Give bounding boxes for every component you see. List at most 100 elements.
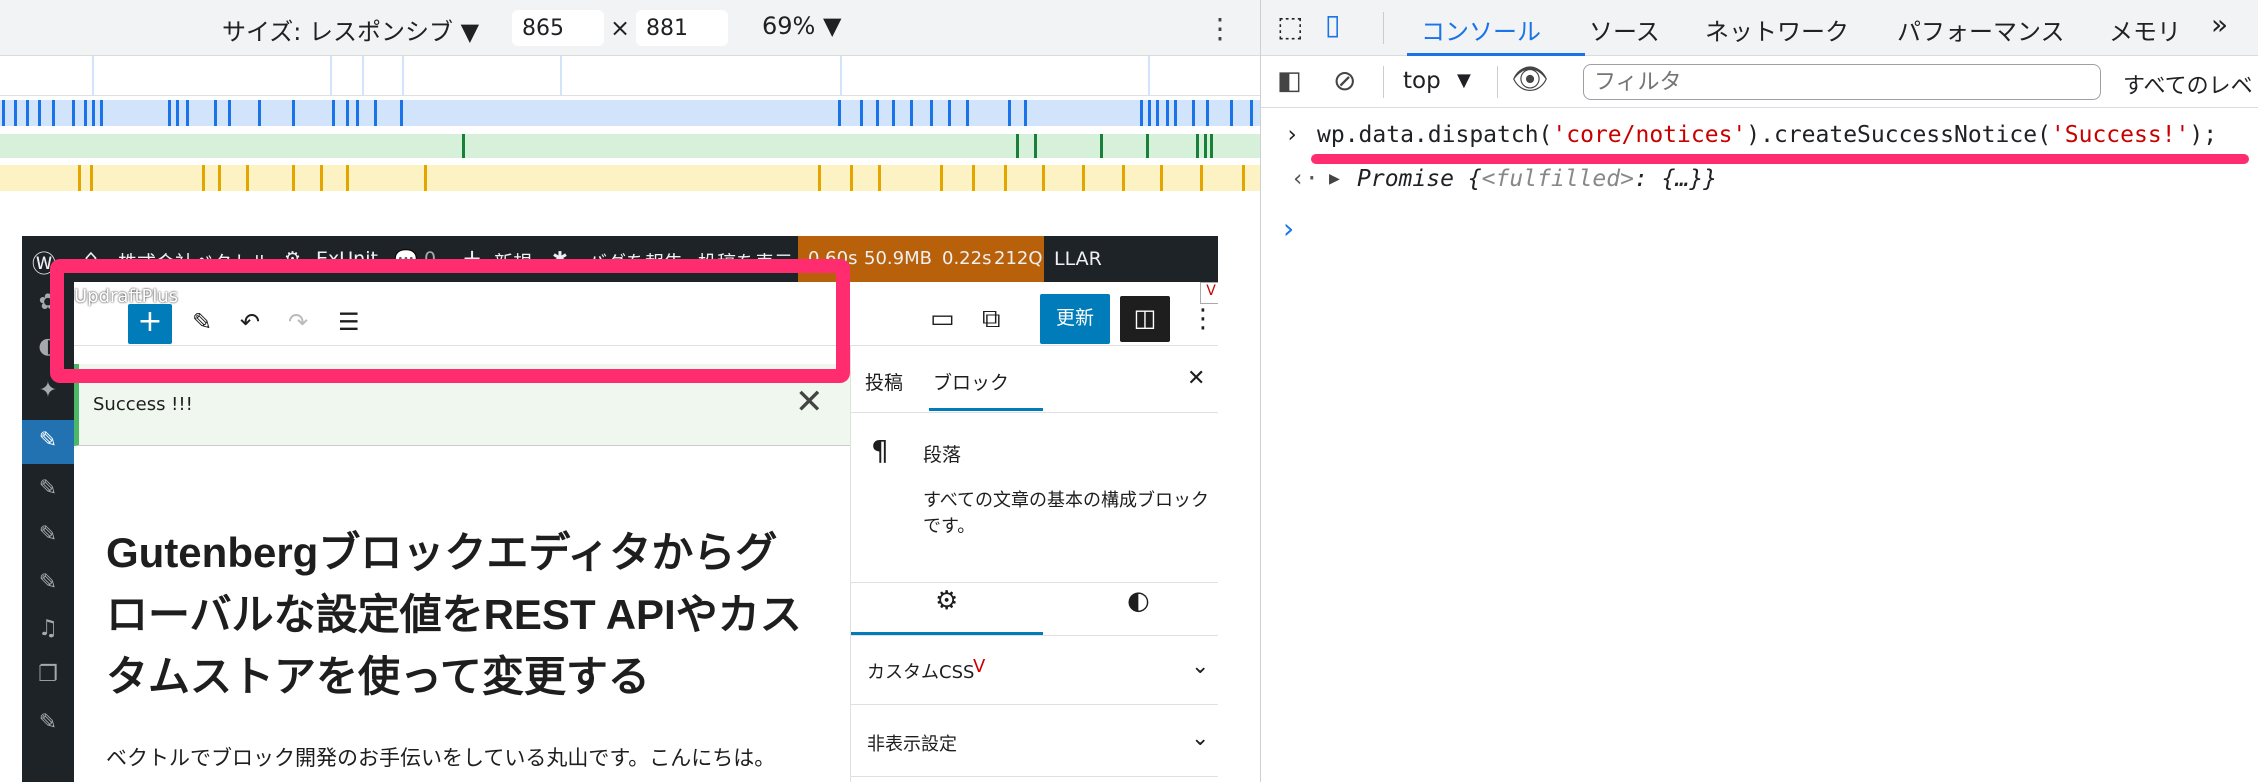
command-string: 'Success!': [2050, 122, 2190, 148]
inspect-element-icon[interactable]: ⬚: [1277, 10, 1303, 43]
device-width-input[interactable]: 865: [512, 10, 604, 46]
media-query-tick: [228, 100, 231, 126]
media-query-tick: [168, 100, 171, 126]
tab-memory[interactable]: メモリ: [2109, 12, 2181, 47]
media-query-tick: [84, 100, 87, 126]
tab-network[interactable]: ネットワーク: [1705, 12, 1849, 47]
media-query-tick: [1004, 165, 1007, 191]
media-icon[interactable]: ♫: [22, 608, 74, 652]
context-selector[interactable]: top: [1403, 68, 1441, 94]
prompt-chevron-icon: ›: [1285, 122, 1299, 148]
close-notice-icon[interactable]: ✕: [795, 382, 824, 422]
notice-text: Success !!!: [93, 394, 193, 415]
media-query-tick: [818, 165, 821, 191]
media-query-tick: [1024, 100, 1027, 126]
media-query-bar-max-width[interactable]: [0, 100, 1260, 126]
more-tabs-icon[interactable]: »: [2211, 8, 2228, 41]
media-query-tick: [878, 165, 881, 191]
tab-block[interactable]: ブロック: [933, 368, 1009, 395]
device-toolbar: サイズ: レスポンシブ ▼ 865 × 881 69% ▼ ⋮: [0, 0, 1260, 56]
update-button[interactable]: 更新: [1040, 294, 1110, 344]
device-height-input[interactable]: 881: [636, 10, 728, 46]
media-query-tick: [1192, 100, 1195, 126]
panel-hide-settings[interactable]: 非表示設定: [867, 730, 957, 756]
media-query-tick: [320, 165, 323, 191]
pin-icon[interactable]: ✎: [22, 562, 74, 606]
device-toolbar-icon[interactable]: ▯: [1325, 8, 1340, 41]
perf-memory: 50.9MB: [864, 248, 932, 269]
vk-badge-icon: V: [973, 656, 986, 677]
log-levels-dropdown[interactable]: すべてのレベ: [2123, 68, 2253, 100]
post-title[interactable]: Gutenbergブロックエディタからグローバルな設定値をREST APIやカス…: [106, 522, 806, 708]
console-prompt-icon[interactable]: ›: [1283, 212, 1294, 245]
tab-performance[interactable]: パフォーマンス: [1897, 12, 2065, 47]
settings-sidebar-toggle-icon[interactable]: ◫: [1120, 296, 1170, 342]
eye-icon[interactable]: 👁: [1511, 62, 1549, 97]
media-query-tick: [948, 100, 951, 126]
media-query-tick: [72, 100, 75, 126]
media-query-tick: [346, 100, 349, 126]
tab-post[interactable]: 投稿: [865, 368, 903, 395]
block-description: すべての文章の基本の構成ブロックです。: [923, 490, 1210, 537]
media-query-tick: [400, 100, 403, 126]
media-query-tick: [940, 165, 943, 191]
expand-triangle-icon[interactable]: ▶: [1329, 168, 1340, 189]
chevron-down-icon[interactable]: ⌄: [1191, 726, 1209, 751]
external-link-icon[interactable]: ⧉: [982, 304, 1001, 335]
media-query-tick: [78, 165, 81, 191]
settings-gear-icon[interactable]: ⚙: [935, 586, 958, 616]
posts-icon[interactable]: ✎: [22, 420, 74, 464]
console-filter-input[interactable]: [1583, 64, 2101, 100]
sidebar-toggle-icon[interactable]: ◧: [1277, 66, 1302, 96]
panel-custom-css[interactable]: カスタムCSS: [867, 658, 974, 684]
media-query-tick: [38, 100, 41, 126]
media-query-tick: [356, 100, 359, 126]
media-query-tick: [246, 165, 249, 191]
chevron-down-icon[interactable]: ⌄: [1191, 654, 1209, 679]
pin-icon[interactable]: ✎: [22, 702, 74, 746]
styles-contrast-icon[interactable]: ◐: [1127, 586, 1150, 616]
devtools-panel: ⬚ ▯ コンソール ソース ネットワーク パフォーマンス メモリ » ◧ ⊘ t…: [1260, 0, 2258, 782]
media-query-tick: [838, 100, 841, 126]
caret-down-icon[interactable]: ▼: [1457, 70, 1471, 91]
media-query-tick: [1196, 134, 1199, 158]
pin-icon[interactable]: ✎: [22, 514, 74, 558]
zoom-dropdown[interactable]: 69% ▼: [762, 12, 841, 40]
perf-query-count: 212Q: [994, 248, 1043, 269]
pages-icon[interactable]: ❐: [22, 654, 74, 698]
device-ruler: [0, 56, 1260, 96]
command-code: wp.data.dispatch(: [1317, 122, 1553, 148]
result-promise: Promise {: [1357, 166, 1482, 192]
media-query-bar-min-width[interactable]: [0, 165, 1260, 191]
media-query-tick: [218, 165, 221, 191]
media-query-tick: [1210, 134, 1213, 158]
command-code: );: [2189, 122, 2218, 148]
llar-link[interactable]: LLAR: [1054, 248, 1102, 270]
pin-icon[interactable]: ✎: [22, 468, 74, 512]
media-query-tick: [910, 100, 913, 126]
tab-sources[interactable]: ソース: [1589, 12, 1660, 47]
media-query-tick: [1206, 100, 1209, 126]
post-paragraph[interactable]: ベクトルでブロック開発のお手伝いをしている丸山です。こんにちは。: [106, 742, 836, 772]
close-inspector-icon[interactable]: ✕: [1187, 366, 1205, 391]
more-options-icon[interactable]: ⋮: [1206, 12, 1234, 45]
tab-console[interactable]: コンソール: [1421, 12, 1541, 47]
media-query-tick: [1250, 100, 1253, 126]
highlight-underline: [1311, 154, 2249, 164]
media-query-tick: [462, 134, 465, 158]
media-query-tick: [1242, 165, 1245, 191]
media-query-tick: [930, 100, 933, 126]
media-query-tick: [292, 165, 295, 191]
media-query-tick: [1008, 100, 1011, 126]
more-menu-icon[interactable]: ⋮: [1190, 304, 1216, 334]
media-query-tick: [176, 100, 179, 126]
media-query-tick: [1100, 134, 1103, 158]
device-size-dropdown[interactable]: サイズ: レスポンシブ ▼: [222, 12, 479, 47]
vk-icon[interactable]: V: [1200, 282, 1218, 304]
media-query-tick: [966, 100, 969, 126]
tab-block-indicator: [929, 408, 1043, 411]
media-query-bar-min-max[interactable]: [0, 134, 1260, 158]
preview-desktop-icon[interactable]: ▭: [930, 304, 955, 334]
command-string: 'core/notices': [1552, 122, 1747, 148]
clear-console-icon[interactable]: ⊘: [1333, 64, 1356, 97]
